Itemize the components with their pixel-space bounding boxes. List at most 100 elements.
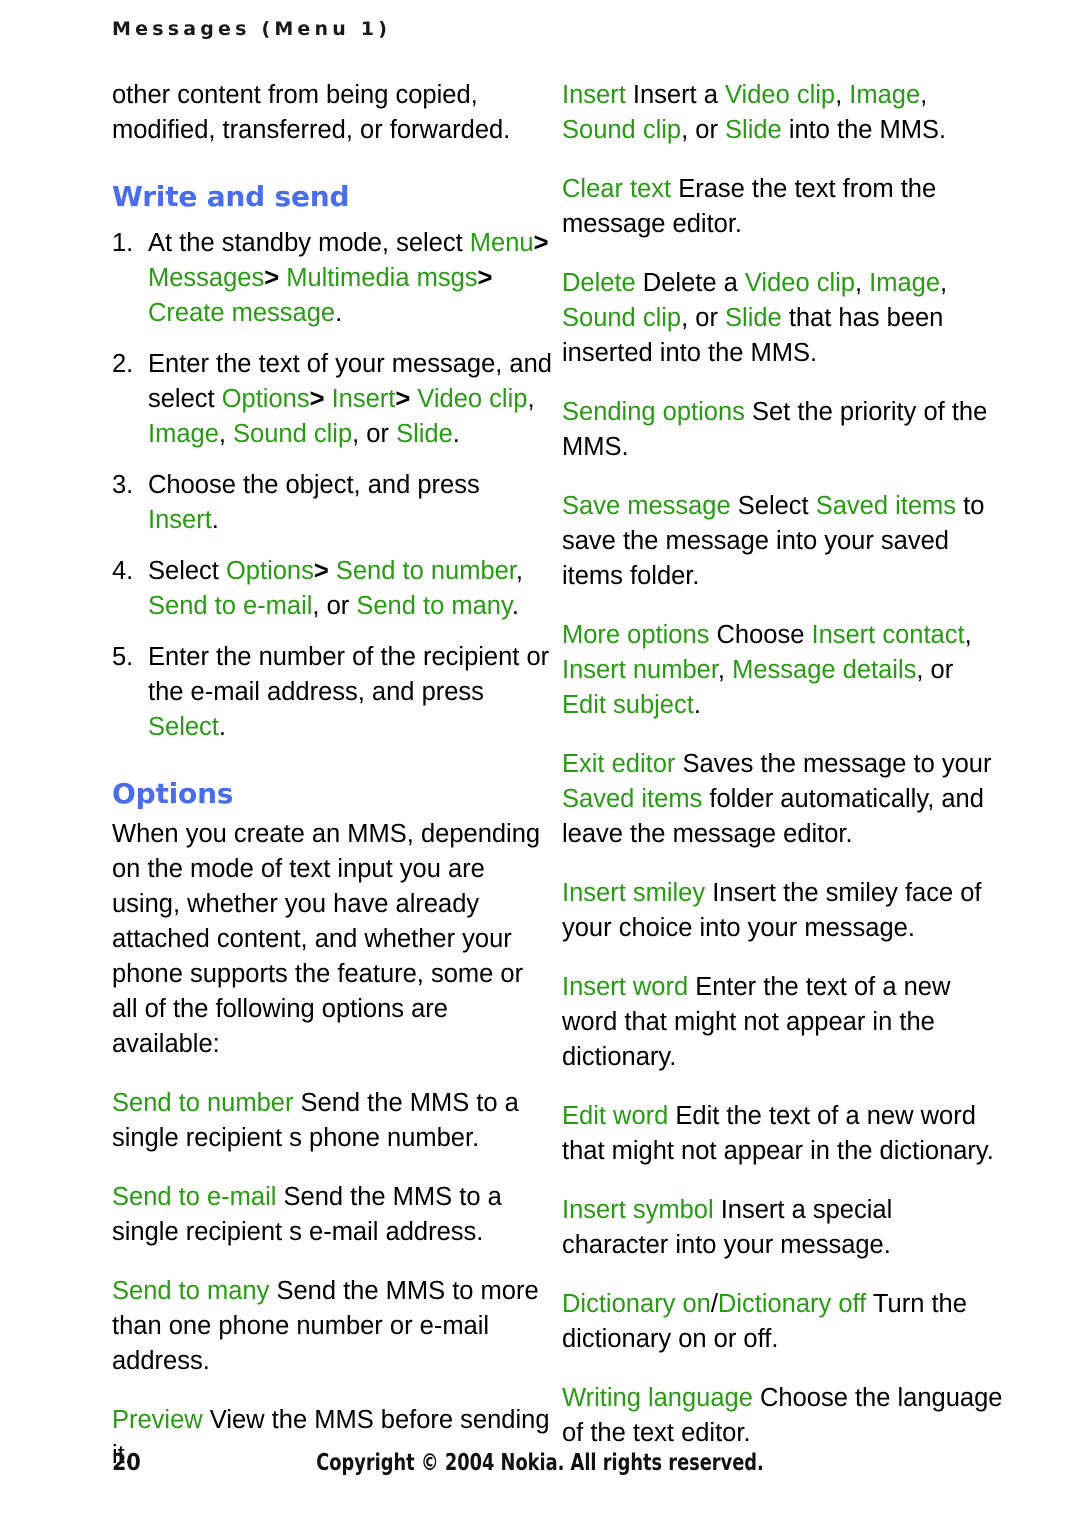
ui-term: Insert (562, 81, 626, 109)
ui-term: Multimedia msgs (286, 264, 478, 292)
option-definition: Sending options Set the priority of the … (562, 395, 1004, 465)
ui-term: Delete (562, 269, 636, 297)
option-definition: Send to number Send the MMS to a single … (112, 1086, 554, 1156)
option-definition: Delete Delete a Video clip, Image, Sound… (562, 266, 1004, 371)
ui-term: Video clip (725, 81, 836, 109)
ui-term: Send to many (356, 592, 512, 620)
ui-term: Video clip (744, 269, 855, 297)
heading-write-and-send: Write and send (112, 180, 350, 213)
text-run: > (264, 264, 287, 292)
numbered-step: 5. Enter the number of the recipient or t… (112, 640, 554, 745)
ui-term: Edit subject (562, 691, 694, 719)
ui-term: Select (148, 713, 219, 741)
right-column: Insert Insert a Video clip, Image, Sound… (562, 78, 1004, 1451)
ui-term: Slide (725, 116, 782, 144)
ui-term: Writing language (562, 1384, 753, 1412)
right-options-list: Insert Insert a Video clip, Image, Sound… (562, 78, 1004, 1451)
step-number: 5. (112, 643, 134, 671)
ui-term: Send to number (112, 1089, 294, 1117)
numbered-step: 4. Select Options> Send to number, Send t… (112, 554, 554, 624)
text-run: Choose (709, 621, 812, 649)
text-run: > (395, 385, 418, 413)
ui-term: Sound clip (562, 116, 682, 144)
text-run: , (964, 621, 972, 649)
option-definition: Edit word Edit the text of a new word th… (562, 1099, 1004, 1169)
ui-term: Image (148, 420, 219, 448)
option-definition: Send to e-mail Send the MMS to a single … (112, 1180, 554, 1250)
ui-term: Slide (725, 304, 782, 332)
text-run: , (515, 557, 523, 585)
numbered-step: 1. At the standby mode, select Menu> Mess… (112, 226, 554, 331)
ui-term: Exit editor (562, 750, 676, 778)
ui-term: Sound clip (562, 304, 682, 332)
text-run: . (335, 299, 343, 327)
text-run: , or (312, 592, 357, 620)
text-run: / (710, 1290, 718, 1318)
text-run: , (920, 81, 928, 109)
ui-term: Sending options (562, 398, 745, 426)
text-run: , (835, 81, 850, 109)
ui-term: Send to e-mail (112, 1183, 277, 1211)
text-run: , (527, 385, 535, 413)
ui-term: Insert contact (811, 621, 965, 649)
ui-term: Insert number (562, 656, 718, 684)
step-number: 2. (112, 350, 134, 378)
left-options-list: Send to number Send the MMS to a single … (112, 1086, 554, 1473)
ui-term: Options (221, 385, 310, 413)
option-definition: Insert symbol Insert a special character… (562, 1193, 1004, 1263)
text-run: At the standby mode, select (148, 229, 470, 257)
option-definition: Dictionary on/Dictionary off Turn the di… (562, 1287, 1004, 1357)
ui-term: Create message (148, 299, 336, 327)
ui-term: Insert (148, 506, 212, 534)
ui-term: Send to number (335, 557, 516, 585)
options-intro-paragraph: When you create an MMS, depending on the… (112, 820, 541, 1058)
left-column: other content from being copied, modifie… (112, 78, 554, 1473)
numbered-step: 2. Enter the text of your message, and se… (112, 347, 554, 452)
text-run: Enter the number of the recipient or the… (148, 643, 550, 706)
ui-term: Save message (562, 492, 731, 520)
ui-term: Dictionary off (717, 1290, 867, 1318)
ui-term: Video clip (417, 385, 528, 413)
ui-term: Send to many (112, 1277, 270, 1305)
ui-term: Message details (732, 656, 917, 684)
option-definition: Insert smiley Insert the smiley face of … (562, 876, 1004, 946)
ui-term: Edit word (562, 1102, 669, 1130)
text-run: . (218, 713, 226, 741)
ui-term: Insert symbol (562, 1196, 714, 1224)
ui-term: Menu (469, 229, 534, 257)
page-footer: 20 Copyright © 2004 Nokia. All rights re… (0, 1450, 1080, 1490)
text-run: , or (681, 116, 726, 144)
ui-term: Image (869, 269, 941, 297)
ui-term: Send to e-mail (148, 592, 313, 620)
text-run: . (452, 420, 460, 448)
text-run: > (477, 264, 493, 292)
ui-term: More options (562, 621, 710, 649)
ui-term: Insert smiley (562, 879, 706, 907)
option-definition: Save message Select Saved items to save … (562, 489, 1004, 594)
option-definition: Exit editor Saves the message to your Sa… (562, 747, 1004, 852)
text-run: > (309, 385, 332, 413)
ui-term: Insert (331, 385, 396, 413)
numbered-step: 3. Choose the object, and press Insert. (112, 468, 554, 538)
text-run: > (533, 229, 549, 257)
text-run: > (313, 557, 336, 585)
option-definition: Writing language Choose the language of … (562, 1381, 1004, 1451)
ui-term: Sound clip (233, 420, 353, 448)
option-definition: Clear text Erase the text from the messa… (562, 172, 1004, 242)
text-run: Choose the object, and press (148, 471, 480, 499)
copyright-notice: Copyright © 2004 Nokia. All rights reser… (316, 1450, 764, 1476)
text-run: Delete a (635, 269, 745, 297)
text-run: Select (730, 492, 816, 520)
text-run: , (218, 420, 234, 448)
text-run: . (211, 506, 219, 534)
intro-paragraph: other content from being copied, modifie… (112, 81, 511, 144)
step-number: 3. (112, 471, 134, 499)
ui-term: Dictionary on (562, 1290, 711, 1318)
page-body: other content from being copied, modifie… (0, 78, 1080, 1469)
text-run: , or (681, 304, 726, 332)
text-run: Select (148, 557, 226, 585)
ui-term: Slide (396, 420, 453, 448)
text-run: . (693, 691, 701, 719)
ui-term: Insert word (562, 973, 689, 1001)
write-and-send-steps: 1. At the standby mode, select Menu> Mess… (112, 226, 554, 745)
